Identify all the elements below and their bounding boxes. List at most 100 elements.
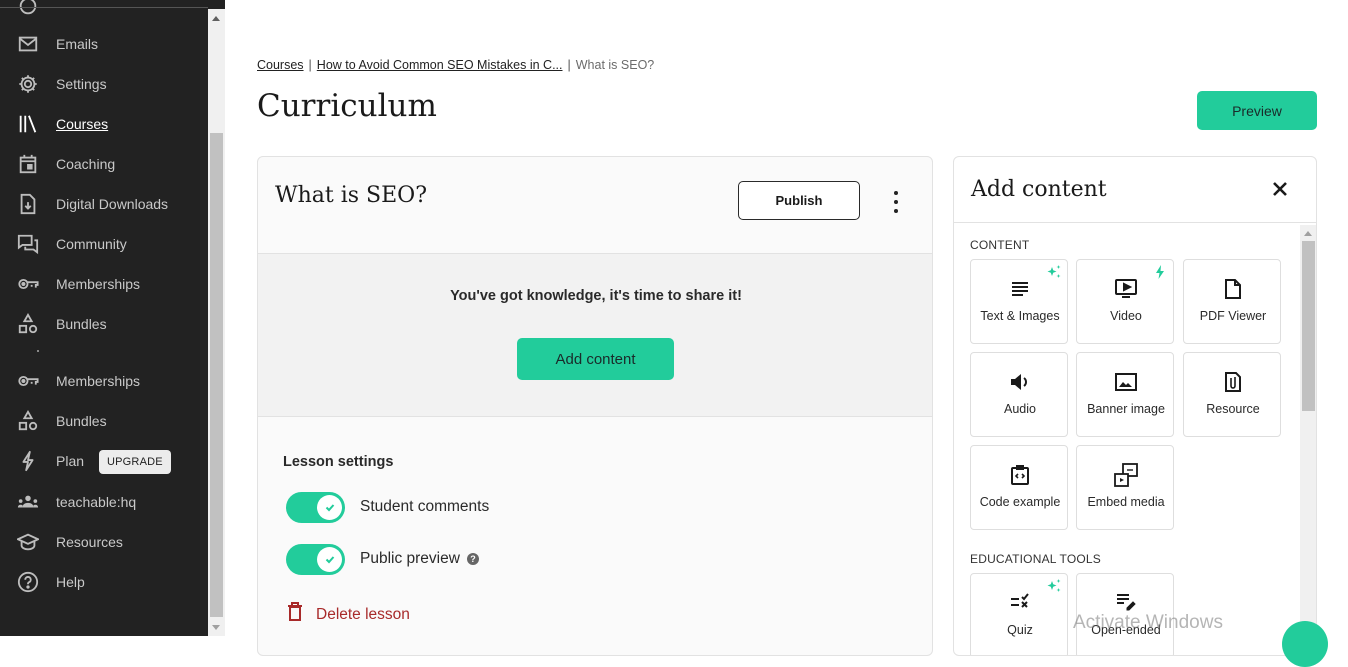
sidebar-item-community[interactable]: Community	[0, 224, 208, 264]
sidebar-item-label: Digital Downloads	[56, 196, 169, 212]
divider-dot	[37, 350, 39, 352]
scroll-up-arrow[interactable]	[1304, 231, 1312, 236]
lesson-settings-heading: Lesson settings	[283, 454, 394, 470]
speaker-icon	[971, 370, 1069, 394]
tile-audio[interactable]: Audio	[970, 352, 1068, 437]
sidebar-item-coaching[interactable]: Coaching	[0, 144, 208, 184]
toggle-label: Public preview	[360, 550, 460, 567]
help-circle-icon	[16, 570, 40, 594]
panel-scrollbar[interactable]	[1300, 225, 1316, 655]
page-title: Curriculum	[257, 88, 437, 124]
gear-icon	[16, 72, 40, 96]
tile-pdf-viewer[interactable]: PDF Viewer	[1183, 259, 1281, 344]
library-icon	[16, 112, 40, 136]
empty-state-message: You've got knowledge, it's time to share…	[450, 288, 742, 304]
tile-embed-media[interactable]: Embed media	[1076, 445, 1174, 530]
add-content-button[interactable]: Add content	[517, 338, 674, 380]
sidebar-item-label: Bundles	[56, 413, 107, 429]
breadcrumb-separator: |	[308, 58, 312, 72]
sidebar-item-plan[interactable]: Plan UPGRADE	[0, 441, 208, 481]
sidebar-item-label: Memberships	[56, 276, 141, 292]
file-download-icon	[16, 192, 40, 216]
partial-icon	[16, 0, 40, 18]
lightning-icon	[16, 449, 40, 473]
tile-label: Resource	[1206, 402, 1260, 416]
quiz-icon	[971, 589, 1069, 613]
sidebar-item-label: Bundles	[56, 316, 107, 332]
check-icon	[317, 494, 342, 520]
public-preview-toggle[interactable]	[286, 543, 345, 575]
sidebar-item-memberships[interactable]: Memberships	[0, 361, 208, 401]
shapes-icon	[16, 409, 40, 433]
sidebar-nav: Emails Settings Courses Coaching Digital	[0, 0, 208, 636]
scrollbar-thumb[interactable]	[210, 133, 223, 617]
tile-open-ended[interactable]: Open-ended	[1076, 573, 1175, 655]
sidebar-item-settings[interactable]: Settings	[0, 64, 208, 104]
breadcrumb: Courses | How to Avoid Common SEO Mistakes…	[257, 58, 654, 72]
sidebar-item-digital-downloads[interactable]: Digital Downloads	[0, 184, 208, 224]
scroll-down-arrow[interactable]	[212, 625, 220, 630]
sidebar-item-emails[interactable]: Emails	[0, 24, 208, 64]
lesson-title[interactable]: What is SEO?	[275, 183, 427, 208]
key-icon	[16, 369, 40, 393]
public-preview-setting: Public preview ?	[286, 543, 479, 575]
sidebar-item-label: Coaching	[56, 156, 116, 172]
student-comments-toggle[interactable]	[286, 491, 345, 523]
tile-label: Code example	[979, 495, 1061, 509]
attachment-icon	[1184, 370, 1282, 394]
embed-icon	[1077, 463, 1175, 487]
publish-button[interactable]: Publish	[738, 181, 860, 220]
tile-text-images[interactable]: Text & Images	[970, 259, 1068, 344]
breadcrumb-separator: |	[567, 58, 571, 72]
sidebar-item-label: Memberships	[56, 373, 141, 389]
tile-label: Open-ended	[1091, 623, 1161, 637]
lesson-card: What is SEO? Publish You've got knowledg…	[257, 156, 933, 656]
help-icon[interactable]: ?	[466, 553, 479, 565]
toggle-label: Student comments	[360, 498, 490, 515]
panel-title: Add content	[971, 177, 1107, 202]
preview-button[interactable]: Preview	[1197, 91, 1317, 130]
sidebar-item-bundles[interactable]: Bundles	[0, 401, 208, 441]
trash-icon	[286, 602, 304, 627]
sidebar-item-bundles[interactable]: Bundles	[0, 304, 208, 344]
upgrade-badge[interactable]: UPGRADE	[99, 450, 171, 474]
open-ended-icon	[1077, 589, 1175, 613]
tile-label: PDF Viewer	[1199, 309, 1267, 323]
section-label-content: CONTENT	[970, 238, 1030, 252]
sidebar-item-label: teachable:hq	[56, 494, 137, 510]
tile-label: Video	[1110, 309, 1142, 323]
delete-lesson-button[interactable]: Delete lesson	[286, 602, 410, 627]
code-icon	[971, 463, 1069, 487]
breadcrumb-current: What is SEO?	[575, 58, 655, 72]
close-icon[interactable]	[1270, 179, 1290, 199]
scroll-up-arrow[interactable]	[212, 16, 220, 21]
sidebar-item-memberships[interactable]: Memberships	[0, 264, 208, 304]
sidebar: Emails Settings Courses Coaching Digital	[0, 0, 225, 636]
tile-code-example[interactable]: Code example	[970, 445, 1068, 530]
more-options-icon[interactable]	[886, 191, 906, 213]
sidebar-top-divider	[0, 7, 208, 8]
help-chat-button[interactable]	[1282, 621, 1328, 667]
tile-banner-image[interactable]: Banner image	[1076, 352, 1174, 437]
sidebar-item-help[interactable]: Help	[0, 562, 208, 602]
breadcrumb-courses-link[interactable]: Courses	[257, 58, 304, 72]
sidebar-scrollbar[interactable]	[208, 9, 225, 636]
tile-quiz[interactable]: Quiz	[970, 573, 1069, 655]
tile-video[interactable]: Video	[1076, 259, 1174, 344]
sidebar-item-teachable-hq[interactable]: teachable:hq	[0, 482, 208, 522]
sidebar-item-partial[interactable]	[0, 0, 208, 26]
sidebar-item-courses[interactable]: Courses	[0, 104, 208, 144]
image-icon	[1077, 370, 1175, 394]
add-content-panel: Add content CONTENT Text & Images Video …	[953, 156, 1317, 656]
tile-label: Audio	[1004, 402, 1036, 416]
sidebar-item-label: Resources	[56, 534, 123, 550]
sidebar-item-label: Emails	[56, 36, 99, 52]
breadcrumb-course-link[interactable]: How to Avoid Common SEO Mistakes in C...	[317, 58, 563, 72]
sidebar-item-resources[interactable]: Resources	[0, 522, 208, 562]
tile-resource[interactable]: Resource	[1183, 352, 1281, 437]
tile-label: Embed media	[1087, 495, 1165, 509]
panel-divider	[954, 222, 1316, 223]
tile-label: Quiz	[1007, 623, 1033, 637]
check-icon	[317, 546, 342, 572]
scrollbar-thumb[interactable]	[1302, 241, 1315, 411]
